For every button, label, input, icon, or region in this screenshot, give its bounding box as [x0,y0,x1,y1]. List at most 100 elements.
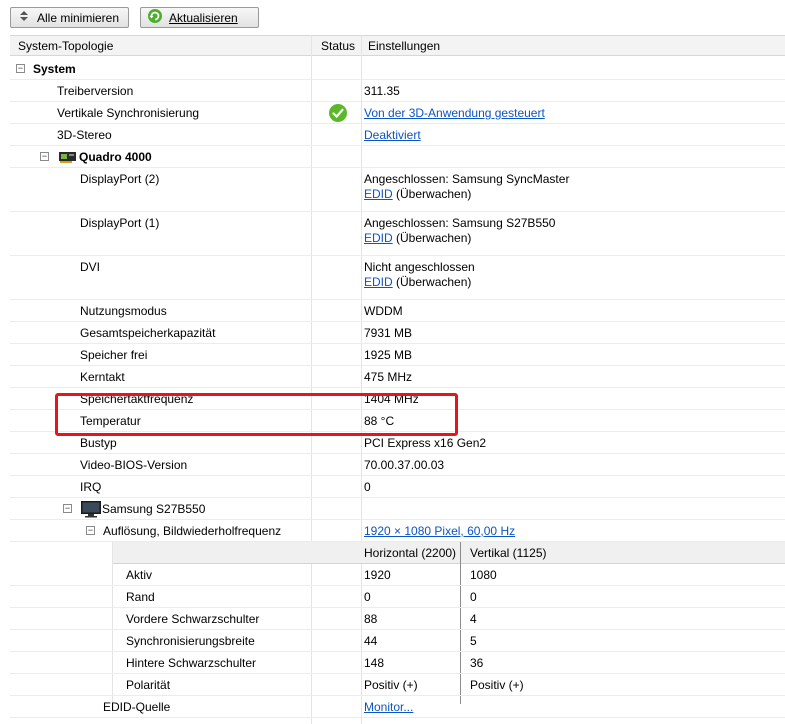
edid-source-link[interactable]: Monitor... [364,700,413,714]
row-label: Speicher frei [80,348,148,362]
timing-row-back-porch[interactable]: Hintere Schwarzschulter 148 36 [10,652,785,674]
timing-row-active[interactable]: Aktiv 1920 1080 [10,564,785,586]
row-label: Rand [126,590,155,604]
tree-node-monitor: Samsung S27B550 [102,502,206,516]
tree-row-core-clock[interactable]: Kerntakt 475 MHz [10,366,785,388]
row-value-vertical: 36 [470,656,484,670]
row-label: EDID-Quelle [103,700,171,714]
row-value: WDDM [364,304,403,318]
row-value: 311.35 [364,84,400,98]
row-value-vertical: 5 [470,634,477,648]
gpu-card-icon [58,150,78,167]
row-label: Hintere Schwarzschulter [126,656,257,670]
row-value: PCI Express x16 Gen2 [364,436,487,450]
row-label: Treiberversion [57,84,134,98]
tree-row-edid-source[interactable]: EDID-Quelle Monitor... [10,696,785,718]
highlight-annotation-box [55,393,458,436]
timing-header-horizontal: Horizontal (2200) [364,546,457,560]
tree-row-3d-stereo[interactable]: 3D-Stereo Deaktiviert [10,124,785,146]
row-label: Synchronisierungsbreite [126,634,255,648]
row-value: Angeschlossen: Samsung SyncMaster [364,172,570,186]
row-label: Nutzungsmodus [80,304,167,318]
refresh-button[interactable]: Aktualisieren [140,7,259,28]
row-value-horizontal: 44 [364,634,378,648]
tree-row-dvi[interactable]: DVI Nicht angeschlossen EDID (Überwachen… [10,256,785,300]
edid-suffix: (Überwachen) [396,275,472,289]
stereo-setting-link[interactable]: Deaktiviert [364,128,421,142]
row-value: 0 [364,480,371,494]
collapse-toggle-icon[interactable]: − [86,526,95,535]
collapse-all-button[interactable]: Alle minimieren [10,7,129,28]
monitor-icon [80,500,102,521]
tree-row-irq[interactable]: IRQ 0 [10,476,785,498]
tree-row-usage-mode[interactable]: Nutzungsmodus WDDM [10,300,785,322]
row-label: Auflösung, Bildwiederholfrequenz [103,524,282,538]
row-value-horizontal: 1920 [364,568,391,582]
tree-row-resolution[interactable]: − Auflösung, Bildwiederholfrequenz 1920 … [10,520,785,542]
timing-row-sync-width[interactable]: Synchronisierungsbreite 44 5 [10,630,785,652]
edid-link[interactable]: EDID [364,275,393,289]
column-header-status[interactable]: Status [321,39,355,53]
row-label: Vordere Schwarzschulter [126,612,260,626]
tree-row-displayport-2[interactable]: DisplayPort (2) Angeschlossen: Samsung S… [10,168,785,212]
row-value: 1925 MB [364,348,413,362]
timing-row-border[interactable]: Rand 0 0 [10,586,785,608]
tree-row-free-memory[interactable]: Speicher frei 1925 MB [10,344,785,366]
collapse-icon [17,10,31,25]
edid-link[interactable]: EDID [364,187,393,201]
row-label: Bustyp [80,436,117,450]
edid-link[interactable]: EDID [364,231,393,245]
row-label: DVI [80,260,101,274]
collapse-toggle-icon[interactable]: − [63,504,72,513]
row-value-horizontal: Positiv (+) [364,678,418,692]
collapse-toggle-icon[interactable]: − [40,152,49,161]
tree-row-monitor[interactable]: − Samsung S27B550 [10,498,785,520]
collapse-toggle-icon[interactable]: − [16,64,25,73]
row-value-vertical: 0 [470,590,477,604]
vsync-setting-link[interactable]: Von der 3D-Anwendung gesteuert [364,106,545,120]
row-label: DisplayPort (2) [80,172,160,186]
row-label: 3D-Stereo [57,128,112,142]
timing-row-polarity[interactable]: Polarität Positiv (+) Positiv (+) [10,674,785,696]
row-value-horizontal: 0 [364,590,371,604]
column-header-topology[interactable]: System-Topologie [18,39,113,53]
collapse-all-label: Alle minimieren [37,10,120,25]
tree-row-vsync[interactable]: Vertikale Synchronisierung Von der 3D-An… [10,102,785,124]
row-value-horizontal: 148 [364,656,385,670]
check-icon [329,104,347,125]
row-value: 475 MHz [364,370,413,384]
column-header-settings[interactable]: Einstellungen [368,39,440,53]
tree-row-system[interactable]: − System [10,58,785,80]
row-label: Aktiv [126,568,153,582]
tree-row-gpu[interactable]: − Quadro 4000 [10,146,785,168]
tree-row-displayport-1[interactable]: DisplayPort (1) Angeschlossen: Samsung S… [10,212,785,256]
toolbar: Alle minimieren Aktualisieren [0,0,785,34]
tree-node-system: System [33,62,76,76]
row-value: Nicht angeschlossen [364,260,475,274]
row-value-vertical: Positiv (+) [470,678,524,692]
row-value: Angeschlossen: Samsung S27B550 [364,216,556,230]
row-label: IRQ [80,480,102,494]
tree-row-driver-version[interactable]: Treiberversion 311.35 [10,80,785,102]
refresh-icon [147,8,163,27]
column-header: System-Topologie Status Einstellungen [10,35,785,56]
timing-table-header: Horizontal (2200) Vertikal (1125) [10,542,785,564]
edid-suffix: (Überwachen) [396,187,472,201]
row-label: DisplayPort (1) [80,216,160,230]
timing-row-front-porch[interactable]: Vordere Schwarzschulter 88 4 [10,608,785,630]
row-value-vertical: 1080 [470,568,497,582]
row-label: Polarität [126,678,171,692]
timing-header-vertical: Vertikal (1125) [470,546,547,560]
row-label: Vertikale Synchronisierung [57,106,200,120]
tree-row-bios-version[interactable]: Video-BIOS-Version 70.00.37.00.03 [10,454,785,476]
row-value-vertical: 4 [470,612,477,626]
tree-row-total-memory[interactable]: Gesamtspeicherkapazität 7931 MB [10,322,785,344]
tree-node-gpu: Quadro 4000 [79,150,152,164]
resolution-link[interactable]: 1920 × 1080 Pixel, 60,00 Hz [364,524,515,538]
edid-suffix: (Überwachen) [396,231,472,245]
row-label: Video-BIOS-Version [80,458,188,472]
refresh-label: Aktualisieren [169,10,238,25]
row-value-horizontal: 88 [364,612,378,626]
row-value: 70.00.37.00.03 [364,458,445,472]
row-label: Gesamtspeicherkapazität [80,326,216,340]
